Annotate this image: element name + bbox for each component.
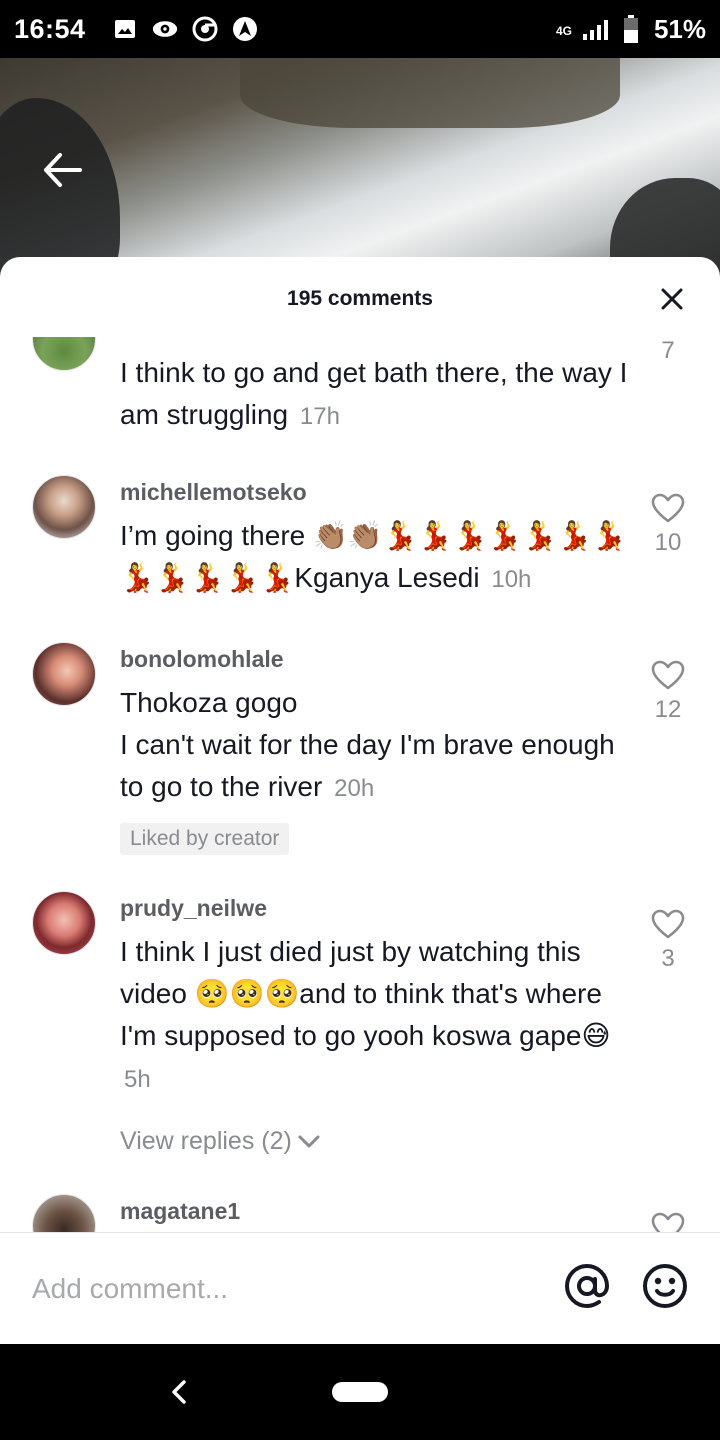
like-button[interactable]: 10	[646, 493, 690, 557]
status-bar: 16:54 4G 51%	[0, 0, 720, 58]
heart-icon	[651, 493, 685, 523]
smiley-icon	[643, 1264, 687, 1308]
system-home-button[interactable]	[332, 1382, 388, 1402]
comment-text: I think to go and get bath there, the wa…	[120, 357, 628, 430]
comment-username[interactable]: prudy_neilwe	[120, 895, 267, 922]
avatar[interactable]	[32, 337, 96, 371]
liked-by-creator-badge: Liked by creator	[120, 823, 290, 855]
chevron-down-icon	[298, 1135, 320, 1147]
back-button[interactable]	[38, 146, 86, 194]
mention-button[interactable]	[564, 1263, 610, 1314]
at-sign-icon	[564, 1263, 610, 1309]
comments-list[interactable]: I think to go and get bath there, the wa…	[0, 337, 720, 1233]
comment-input[interactable]	[32, 1272, 564, 1305]
like-count: 3	[661, 945, 675, 972]
system-navigation-bar	[0, 1344, 720, 1440]
like-button[interactable]: 7	[646, 337, 690, 365]
navigation-icon	[232, 16, 258, 42]
notification-icons	[112, 16, 258, 42]
gallery-icon	[112, 16, 138, 42]
signal-icon	[582, 16, 608, 42]
comment-time: 5h	[124, 1066, 151, 1093]
like-button[interactable]: 12	[646, 660, 690, 724]
comment-time: 10h	[491, 566, 532, 593]
system-back-button[interactable]	[166, 1376, 194, 1408]
like-count: 12	[654, 696, 682, 723]
like-count: 7	[661, 337, 675, 364]
comment-text: Thokoza gogo I can't wait for the day I'…	[120, 687, 615, 802]
arrow-left-icon	[44, 153, 82, 187]
battery-icon	[618, 15, 644, 43]
close-icon	[661, 288, 683, 310]
comments-sheet: 195 comments I think to go and get bath …	[0, 257, 720, 1344]
comment-text: I think I just died just by watching thi…	[120, 936, 611, 1093]
comment-username[interactable]: michellemotseko	[120, 479, 307, 506]
comment-time: 20h	[334, 775, 375, 802]
heart-icon	[651, 1212, 685, 1233]
network-label: 4G	[555, 23, 572, 38]
sheet-header: 195 comments	[0, 257, 720, 341]
comment-username[interactable]: magatane1	[120, 1198, 240, 1225]
like-count: 10	[654, 529, 682, 556]
video-preview[interactable]	[0, 58, 720, 288]
video-frame-detail	[240, 58, 620, 128]
chrome-icon	[192, 16, 218, 42]
avatar[interactable]	[32, 891, 96, 955]
battery-percentage: 51%	[653, 13, 706, 44]
eye-icon	[152, 16, 178, 42]
avatar[interactable]	[32, 642, 96, 706]
view-replies-button[interactable]: View replies (2)	[120, 1127, 320, 1156]
heart-icon	[651, 909, 685, 939]
emoji-button[interactable]	[642, 1263, 688, 1314]
chevron-left-icon	[172, 1380, 186, 1404]
heart-icon	[651, 660, 685, 690]
comment-time: 17h	[299, 403, 340, 430]
system-icons: 4G 51%	[556, 14, 706, 45]
input-actions	[564, 1263, 688, 1314]
like-button[interactable]	[646, 1212, 690, 1233]
avatar[interactable]	[32, 475, 96, 539]
comments-count-title: 195 comments	[287, 287, 433, 310]
like-button[interactable]: 3	[646, 909, 690, 973]
comment-input-bar	[0, 1232, 720, 1344]
status-time: 16:54	[14, 13, 86, 44]
comment-username[interactable]: bonolomohlale	[120, 646, 284, 673]
close-button[interactable]	[654, 281, 690, 317]
avatar[interactable]	[32, 1194, 96, 1233]
comment-text: I’m going there 👏🏽👏🏽💃💃💃💃💃💃💃💃💃💃💃💃Kganya L…	[120, 520, 627, 593]
